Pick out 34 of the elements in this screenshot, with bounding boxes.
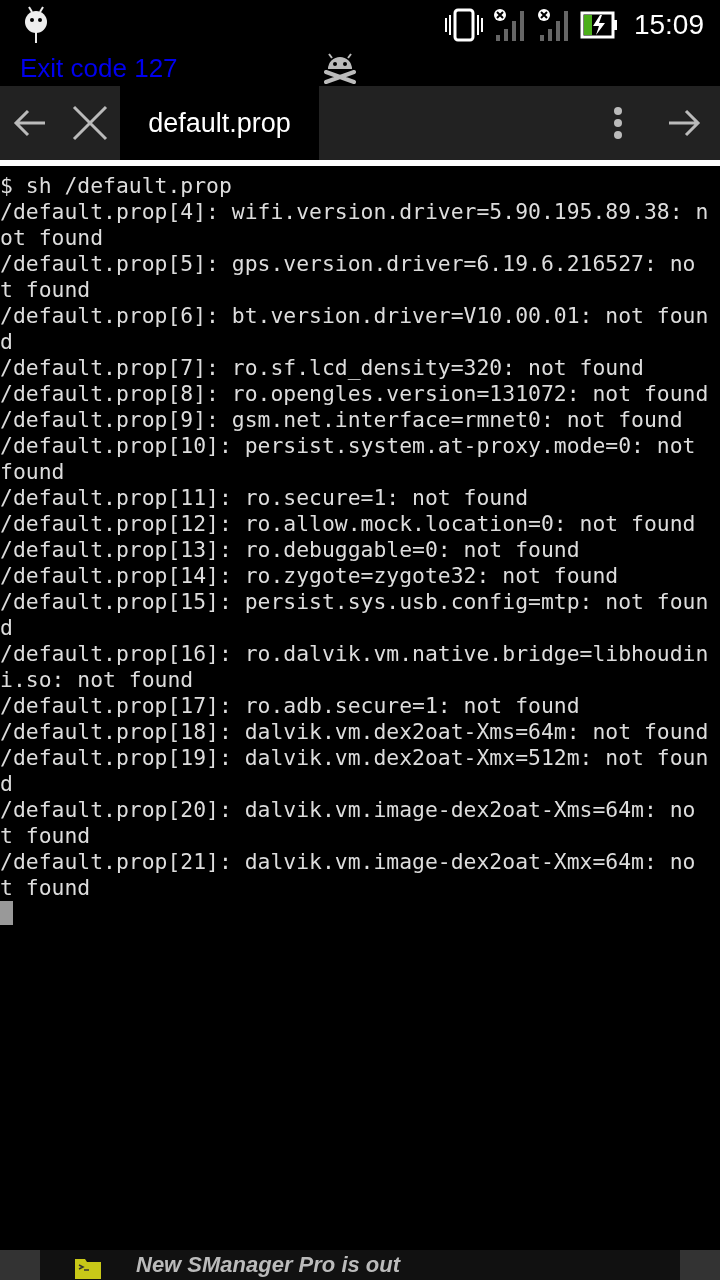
- terminal-line: $ sh /default.prop: [0, 173, 233, 199]
- terminal-line: /default.prop[8]: ro.opengles.version=131072: not found: [0, 381, 710, 407]
- terminal-line: /default.prop[10]: persist.system.at-proxy.mode=0: not found: [0, 433, 697, 485]
- terminal-line: /default.prop[4]: wifi.version.driver=5.90.195.89.38: not found: [0, 199, 710, 251]
- terminal-line: /default.prop[18]: dalvik.vm.dex2oat-Xms=64m: not found: [0, 719, 710, 745]
- clock: 15:09: [633, 9, 704, 41]
- vibrate-icon: [443, 8, 484, 42]
- forward-arrow-icon: [667, 109, 701, 137]
- terminal-line: /default.prop[17]: ro.adb.secure=1: not found: [0, 693, 581, 719]
- terminal-line: /default.prop[20]: dalvik.vm.image-dex2oat-Xms=64m: not found: [0, 797, 697, 849]
- terminal-line: /default.prop[21]: dalvik.vm.image-dex2oat-Xmx=64m: not found: [0, 849, 697, 901]
- back-arrow-icon: [13, 109, 47, 137]
- text-cursor: [0, 901, 13, 925]
- terminal-line: /default.prop[13]: ro.debuggable=0: not found: [0, 537, 581, 563]
- terminal-line: /default.prop[11]: ro.secure=1: not found: [0, 485, 529, 511]
- terminal-line: /default.prop[15]: persist.sys.usb.config=mtp: not found: [0, 589, 710, 641]
- close-icon: [72, 105, 108, 141]
- terminal-line: /default.prop[16]: ro.dalvik.vm.native.bridge=libhoudini.so: not found: [0, 641, 710, 693]
- folder-icon: [74, 1256, 102, 1280]
- terminal-line: /default.prop[9]: gsm.net.interface=rmnet0: not found: [0, 407, 684, 433]
- terminal-line: /default.prop[12]: ro.allow.mock.location=0: not found: [0, 511, 697, 537]
- exit-code-label: Exit code 127: [20, 52, 178, 84]
- android-icon: [22, 5, 50, 45]
- terminal-line: /default.prop[6]: bt.version.driver=V10.00.01: not found: [0, 303, 710, 355]
- terminal-line: /default.prop[14]: ro.zygote=zygote32: not found: [0, 563, 620, 589]
- menu-icon: [613, 106, 623, 140]
- android-crossbones-icon: [322, 52, 358, 84]
- file-tab[interactable]: default.prop: [120, 86, 319, 160]
- battery-charging-icon: [579, 10, 618, 40]
- banner-text: New SManager Pro is out: [136, 1251, 401, 1279]
- terminal-line: /default.prop[19]: dalvik.vm.dex2oat-Xmx=512m: not found: [0, 745, 710, 797]
- terminal-line: /default.prop[7]: ro.sf.lcd_density=320: not found: [0, 355, 645, 381]
- terminal-line: /default.prop[5]: gps.version.driver=6.19.6.216527: not found: [0, 251, 697, 303]
- ad-banner[interactable]: New SManager Pro is out: [0, 1250, 720, 1280]
